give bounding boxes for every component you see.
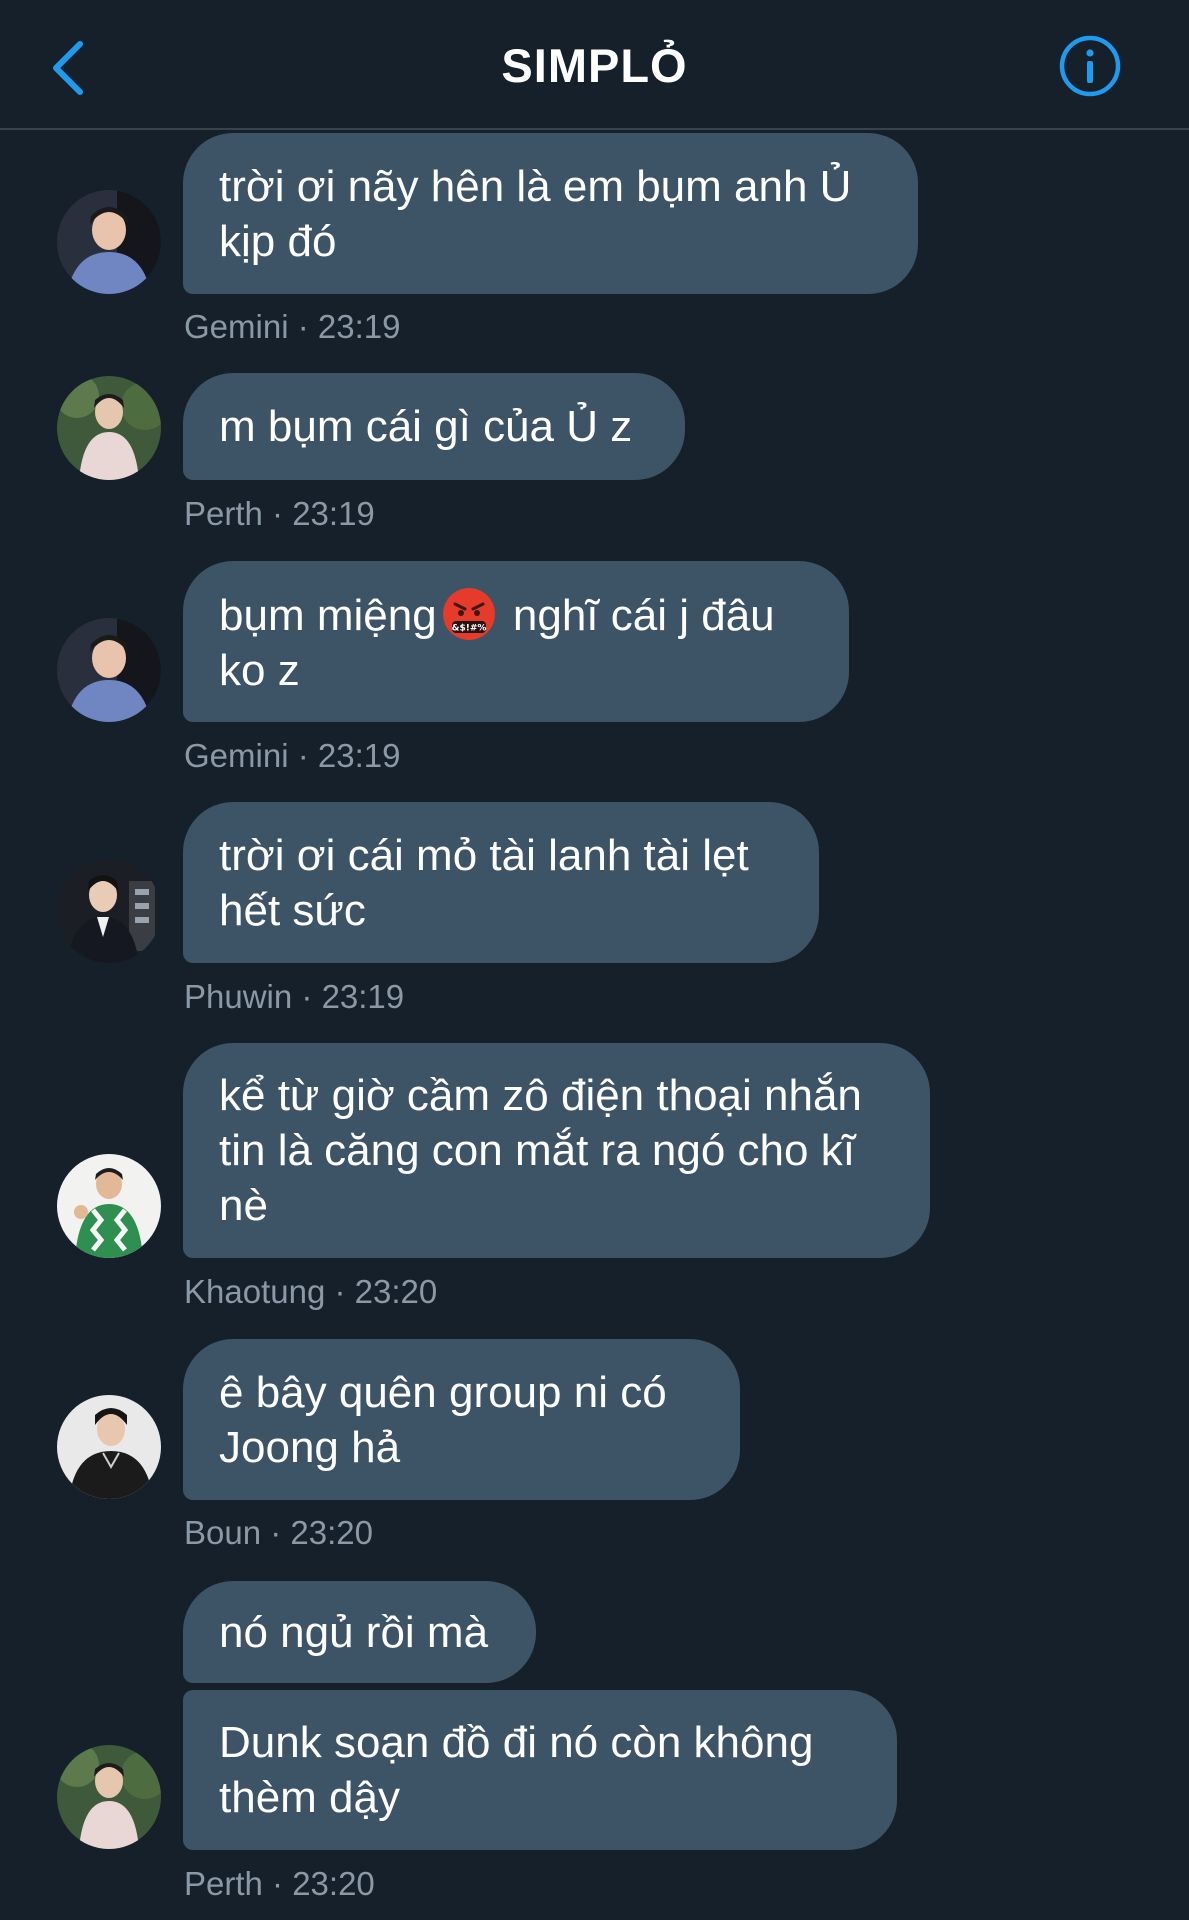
message-time: 23:19 [317, 308, 401, 345]
sender-name: Boun [184, 1514, 262, 1551]
message-time: 23:19 [317, 737, 401, 774]
message-time: 23:19 [292, 495, 375, 532]
sender-name: Perth [184, 1865, 263, 1902]
sender-name: Gemini [184, 737, 289, 774]
message-text: Dunk soạn đồ đi nó còn không thèm dậy [219, 1718, 826, 1822]
avatar-khaotung[interactable] [57, 1154, 161, 1258]
sender-name: Perth [184, 495, 263, 532]
meta-separator: · [288, 308, 318, 345]
message-time: 23:20 [292, 1865, 375, 1902]
message-meta: Khaotung · 23:20 [184, 1273, 437, 1311]
message-time: 23:20 [354, 1273, 438, 1310]
face-with-symbols-on-mouth-icon: &$!#% [442, 587, 495, 640]
message-bubble[interactable]: trời ơi cái mỏ tài lanh tài lẹt hết sức [183, 802, 819, 963]
meta-separator: · [261, 1514, 291, 1551]
message-bubble[interactable]: ê bây quên group ni có Joong hả [183, 1339, 740, 1500]
message-meta: Perth · 23:19 [184, 495, 375, 533]
meta-separator: · [262, 1865, 293, 1902]
message-text-part: bụm miệng [219, 590, 437, 640]
meta-separator: · [262, 495, 293, 532]
message-text: nó ngủ rồi mà [219, 1607, 489, 1657]
message-meta: Gemini · 23:19 [184, 737, 400, 775]
avatar-phuwin[interactable] [57, 859, 161, 963]
message-text: ê bây quên group ni có Joong hả [219, 1367, 679, 1472]
meta-separator: · [292, 978, 322, 1015]
sender-name: Khaotung [184, 1273, 326, 1310]
message-text: m bụm cái gì của Ủ z [219, 402, 633, 451]
message-meta: Phuwin · 23:19 [184, 978, 404, 1016]
message-time: 23:20 [290, 1514, 373, 1551]
info-icon [1059, 35, 1121, 97]
message-meta: Boun · 23:20 [184, 1514, 373, 1552]
message-text: trời ơi nãy hên là em bụm anh Ủ kịp đó [219, 161, 864, 266]
message-meta: Perth · 23:20 [184, 1865, 375, 1903]
conversation-header: SIMPLỎ [0, 0, 1189, 130]
message-text: trời ơi cái mỏ tài lanh tài lẹt hết sức [219, 830, 761, 935]
conversation-title: SIMPLỎ [501, 39, 688, 92]
message-meta: Gemini · 23:19 [184, 308, 400, 346]
message-bubble[interactable]: Dunk soạn đồ đi nó còn không thèm dậy [183, 1690, 897, 1850]
avatar-perth[interactable] [57, 376, 161, 480]
message-text: bụm miệng &$!#% nghĩ cái j đâu ko z [219, 586, 813, 698]
message-bubble[interactable]: nó ngủ rồi mà [183, 1581, 536, 1683]
sender-name: Gemini [184, 308, 289, 345]
message-time: 23:19 [321, 978, 405, 1015]
info-button[interactable] [1058, 34, 1122, 98]
message-bubble[interactable]: m bụm cái gì của Ủ z [183, 373, 685, 480]
message-text: kể từ giờ cầm zô điện thoại nhắn tin là … [219, 1071, 875, 1230]
avatar-gemini[interactable] [57, 618, 161, 722]
sender-name: Phuwin [184, 978, 293, 1015]
avatar-gemini[interactable] [57, 190, 161, 294]
message-bubble[interactable]: kể từ giờ cầm zô điện thoại nhắn tin là … [183, 1043, 930, 1258]
avatar-perth[interactable] [57, 1745, 161, 1849]
message-bubble[interactable]: trời ơi nãy hên là em bụm anh Ủ kịp đó [183, 133, 918, 294]
avatar-boun[interactable] [57, 1395, 161, 1499]
svg-text:&$!#%: &$!#% [451, 623, 486, 633]
meta-separator: · [288, 737, 318, 774]
meta-separator: · [325, 1273, 355, 1310]
message-bubble[interactable]: bụm miệng &$!#% nghĩ cái j đâu ko z [183, 561, 849, 722]
